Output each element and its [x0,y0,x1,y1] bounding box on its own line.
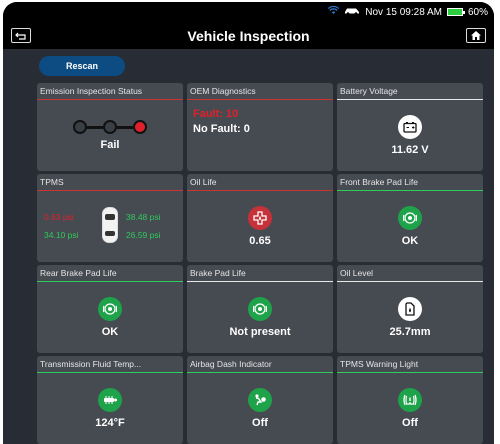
card-value: OK [101,326,119,338]
card-front-brake-pad[interactable]: Front Brake Pad Life OK [337,174,483,262]
card-title: Transmission Fluid Temp... [37,356,183,373]
battery-icon [398,115,422,139]
card-emission-status[interactable]: Emission Inspection Status Fail [37,83,183,171]
card-title: Airbag Dash Indicator [187,356,333,373]
car-status-icon [344,6,360,18]
device-screen: Nov 15 09:28 AM 60% Vehicle Inspection R… [3,2,494,444]
page-title: Vehicle Inspection [187,28,310,44]
card-transmission-fluid[interactable]: Transmission Fluid Temp... 124°F [37,356,183,444]
card-title: TPMS Warning Light [337,356,483,373]
card-oil-level[interactable]: Oil Level 25.7mm [337,265,483,353]
brake-icon [248,297,272,321]
inspection-grid: Emission Inspection Status Fail OEM Diag… [37,83,485,444]
card-title: Front Brake Pad Life [337,174,483,191]
tpms-warning-icon [398,388,422,412]
rescan-button[interactable]: Rescan [39,56,125,76]
card-title: TPMS [37,174,183,191]
oil-life-icon [248,206,272,230]
card-value: Off [252,417,268,429]
card-title: Brake Pad Life [187,265,333,282]
card-value: 124°F [95,417,125,429]
card-airbag-indicator[interactable]: Airbag Dash Indicator Off [187,356,333,444]
tire-pressure-front-left: 0.63 psi [44,211,74,222]
fault-count: Fault: 10 [193,108,239,120]
status-bar: Nov 15 09:28 AM 60% [3,2,494,23]
card-value: 0.65 [249,235,271,247]
home-button[interactable] [466,28,486,43]
card-oem-diagnostics[interactable]: OEM Diagnostics Fault: 10 No Fault: 0 [187,83,333,171]
tire-pressure-rear-right: 26.59 psi [126,229,161,240]
airbag-icon [248,388,272,412]
card-value: Fail [100,139,120,151]
battery-icon [446,8,465,16]
card-title: Oil Level [337,265,483,282]
card-value: Off [402,417,418,429]
card-title: Battery Voltage [337,83,483,100]
card-value: 25.7mm [389,326,431,338]
card-title: Emission Inspection Status [37,83,183,100]
card-value: Not present [229,326,291,338]
card-oil-life[interactable]: Oil Life 0.65 [187,174,333,262]
card-rear-brake-pad[interactable]: Rear Brake Pad Life OK [37,265,183,353]
no-fault-count: No Fault: 0 [193,123,250,135]
brake-icon [98,297,122,321]
emission-stepper-icon [73,120,147,134]
status-time: Nov 15 09:28 AM [365,6,442,18]
card-tpms-warning-light[interactable]: TPMS Warning Light Off [337,356,483,444]
car-top-view-icon [102,206,118,243]
wifi-icon [328,5,340,18]
card-battery-voltage[interactable]: Battery Voltage 11.62 V [337,83,483,171]
card-value: OK [401,235,419,247]
card-title: Oil Life [187,174,333,191]
card-tpms[interactable]: TPMS 0.63 psi 38.48 psi 34.10 psi 26.59 … [37,174,183,262]
home-icon [471,31,481,40]
oil-level-icon [398,297,422,321]
tire-pressure-rear-left: 34.10 psi [44,229,79,240]
tire-pressure-front-right: 38.48 psi [126,211,161,222]
brake-icon [398,206,422,230]
card-brake-pad-life[interactable]: Brake Pad Life Not present [187,265,333,353]
title-bar: Vehicle Inspection [3,23,494,49]
card-title: Rear Brake Pad Life [37,265,183,282]
card-value: 11.62 V [391,144,429,156]
battery-percent: 60% [467,6,488,18]
transmission-icon [98,388,122,412]
card-title: OEM Diagnostics [187,83,333,100]
